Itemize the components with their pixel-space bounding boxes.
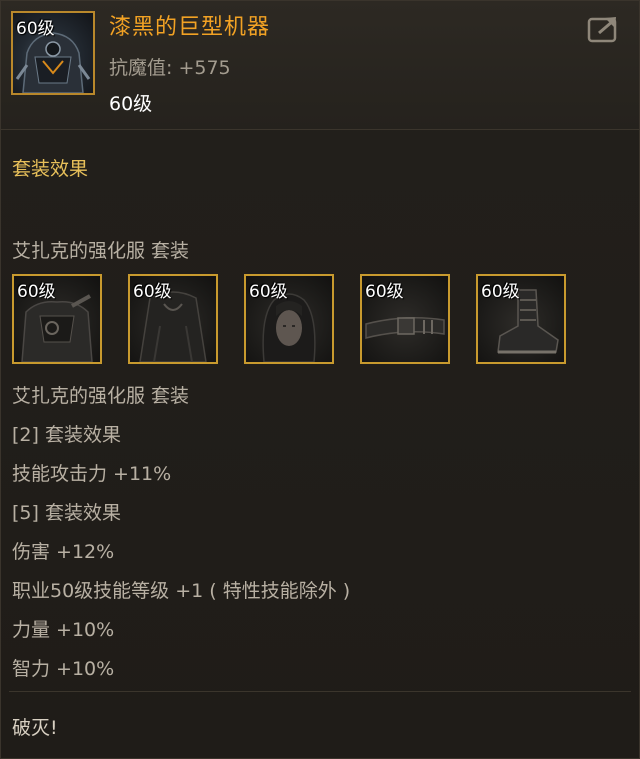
- slot-level-badge: 60级: [365, 282, 404, 302]
- tooltip-header: 60级 漆黑的巨型机器 抗魔值: +575 60级: [1, 1, 639, 130]
- set-effect-line: 职业50级技能等级 +1 ( 特性技能除外 ): [12, 580, 351, 602]
- set-piece-slot[interactable]: 60级: [244, 274, 334, 364]
- slot-level-badge: 60级: [249, 282, 288, 302]
- set-piece-slot[interactable]: 60级: [476, 274, 566, 364]
- item-tooltip-panel: 60级 漆黑的巨型机器 抗魔值: +575 60级 套装效果 艾扎克的强化服 套…: [0, 0, 640, 759]
- item-icon[interactable]: 60级: [11, 11, 95, 95]
- set-effect-line: 技能攻击力 +11%: [12, 463, 172, 485]
- slot-level-badge: 60级: [481, 282, 520, 302]
- share-out-icon[interactable]: [587, 13, 621, 43]
- slot-level-badge: 60级: [133, 282, 172, 302]
- item-stat: 抗魔值: +575: [109, 57, 231, 79]
- set-piece-slot[interactable]: 60级: [360, 274, 450, 364]
- set-name-top: 艾扎克的强化服 套装: [12, 240, 190, 262]
- set-effect-line: 伤害 +12%: [12, 541, 115, 563]
- set-effect-line: [5] 套装效果: [12, 502, 121, 524]
- set-piece-slot[interactable]: 60级: [12, 274, 102, 364]
- item-name: 漆黑的巨型机器: [109, 15, 271, 40]
- item-level-badge: 60级: [16, 19, 55, 39]
- set-effect-line: 力量 +10%: [12, 619, 115, 641]
- set-name-bottom: 艾扎克的强化服 套装: [12, 385, 190, 407]
- set-effect-title: 套装效果: [12, 158, 89, 180]
- set-effect-line: 智力 +10%: [12, 658, 115, 680]
- item-level: 60级: [109, 93, 153, 115]
- set-piece-slot[interactable]: 60级: [128, 274, 218, 364]
- flavor-text: 破灭!: [12, 717, 58, 739]
- set-effect-line: [2] 套装效果: [12, 424, 121, 446]
- slot-level-badge: 60级: [17, 282, 56, 302]
- divider: [9, 691, 631, 692]
